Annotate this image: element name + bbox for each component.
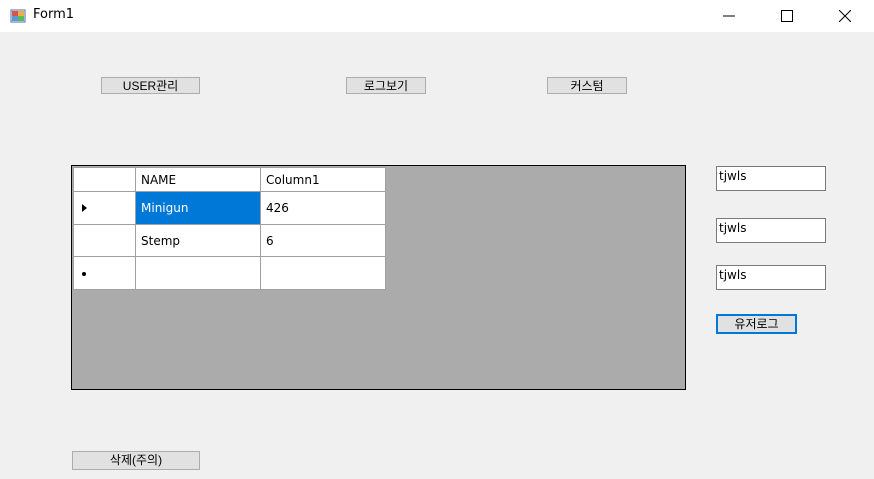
grid-cell[interactable]: Minigun xyxy=(135,191,261,225)
title-bar: Form1 xyxy=(0,0,874,32)
grid-cell[interactable] xyxy=(135,256,261,290)
current-row-arrow-icon xyxy=(82,204,87,212)
grid-cell[interactable] xyxy=(260,256,386,290)
maximize-button[interactable] xyxy=(758,0,816,32)
row-header[interactable] xyxy=(73,224,136,257)
minimize-icon xyxy=(723,15,735,17)
window-title: Form1 xyxy=(33,7,75,22)
grid-cell[interactable]: 426 xyxy=(260,191,386,225)
row-header-current[interactable] xyxy=(73,191,136,225)
user-log-button[interactable]: 유저로그 xyxy=(716,314,797,334)
data-grid[interactable]: NAME Column1 Minigun 426 Stemp 6 xyxy=(71,165,686,390)
grid-header-row: NAME Column1 xyxy=(73,167,386,192)
text-input-3[interactable]: tjwls xyxy=(716,265,826,290)
data-grid-table: NAME Column1 Minigun 426 Stemp 6 xyxy=(73,167,386,290)
close-button[interactable] xyxy=(816,0,874,32)
close-icon xyxy=(839,10,851,22)
text-input-1[interactable]: tjwls xyxy=(716,166,826,191)
text-input-2[interactable]: tjwls xyxy=(716,218,826,243)
grid-corner-header[interactable] xyxy=(73,167,136,192)
grid-cell[interactable]: 6 xyxy=(260,224,386,257)
table-row-new xyxy=(73,256,386,290)
new-row-asterisk-icon xyxy=(82,272,86,276)
app-icon xyxy=(10,9,26,23)
maximize-icon xyxy=(781,10,793,22)
table-row: Stemp 6 xyxy=(73,224,386,257)
column-header-name[interactable]: NAME xyxy=(135,167,261,192)
row-header-new[interactable] xyxy=(73,256,136,290)
view-log-button[interactable]: 로그보기 xyxy=(346,77,426,94)
table-row: Minigun 426 xyxy=(73,191,386,225)
delete-button[interactable]: 삭제(주의) xyxy=(72,451,200,470)
custom-button[interactable]: 커스텀 xyxy=(547,77,627,94)
user-manage-button[interactable]: USER관리 xyxy=(101,77,200,94)
grid-cell[interactable]: Stemp xyxy=(135,224,261,257)
column-header-column1[interactable]: Column1 xyxy=(260,167,386,192)
minimize-button[interactable] xyxy=(700,0,758,32)
